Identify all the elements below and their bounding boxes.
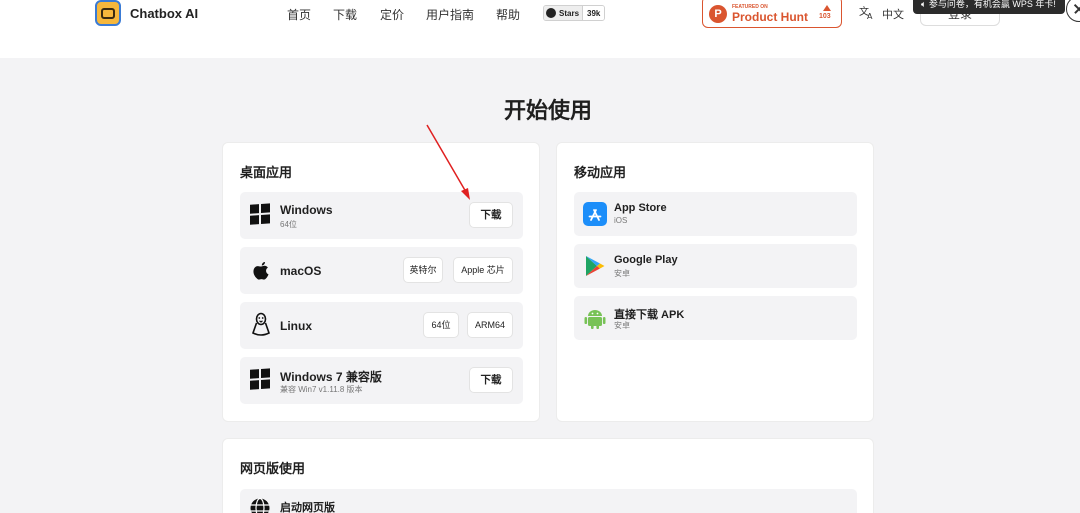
linux-label: Linux xyxy=(280,319,312,333)
survey-toast[interactable]: 🔈︎ 参与问卷，有机会赢 WPS 年卡! xyxy=(913,0,1065,14)
app-store-row[interactable]: App Store iOS xyxy=(574,192,857,236)
linux-arm64-button[interactable]: ARM64 xyxy=(467,312,513,338)
apple-icon xyxy=(250,258,272,280)
nav-download[interactable]: 下载 xyxy=(333,6,357,23)
annotation-arrow-icon xyxy=(426,124,470,200)
svg-text:A: A xyxy=(867,12,873,20)
page-title: 开始使用 xyxy=(503,98,592,123)
google-play-sublabel: 安卓 xyxy=(614,269,630,278)
upvote-arrow-icon xyxy=(823,5,831,11)
launch-web-label: 启动网页版 xyxy=(280,502,335,513)
desktop-apps-card: 桌面应用 Windows 64位 下载 macOS 英特尔 Apple 芯片 L… xyxy=(222,142,540,422)
windows-icon xyxy=(250,203,272,226)
product-hunt-name: Product Hunt xyxy=(732,10,808,24)
windows7-sublabel: 兼容 Win7 v1.11.8 版本 xyxy=(280,385,363,394)
github-stars-badge[interactable]: Stars 39k xyxy=(543,5,606,21)
survey-toast-text: 参与问卷，有机会赢 WPS 年卡! xyxy=(928,0,1056,9)
web-version-card: 网页版使用 启动网页版 xyxy=(222,438,874,513)
product-hunt-badge[interactable]: P FEATURED ON Product Hunt 103 xyxy=(702,0,842,28)
close-icon[interactable] xyxy=(1066,0,1080,22)
speaker-icon: 🔈︎ xyxy=(921,0,929,9)
google-play-label: Google Play xyxy=(614,254,678,266)
macos-intel-button[interactable]: 英特尔 xyxy=(403,257,443,283)
android-icon xyxy=(583,306,607,330)
nav-pricing[interactable]: 定价 xyxy=(380,6,404,23)
windows-download-button[interactable]: 下载 xyxy=(469,202,513,228)
apk-download-sublabel: 安卓 xyxy=(614,321,630,330)
nav-user-guide[interactable]: 用户指南 xyxy=(426,6,474,23)
desktop-apps-title: 桌面应用 xyxy=(240,165,293,180)
github-stars-count: 39k xyxy=(583,6,605,20)
google-play-row[interactable]: Google Play 安卓 xyxy=(574,244,857,288)
web-version-title: 网页版使用 xyxy=(240,461,306,476)
product-hunt-icon: P xyxy=(709,5,727,23)
windows-download-row: Windows 64位 下载 xyxy=(240,192,523,239)
linux-64bit-button[interactable]: 64位 xyxy=(423,312,459,338)
google-play-icon xyxy=(583,254,607,278)
windows7-download-button[interactable]: 下载 xyxy=(469,367,513,393)
windows7-download-row: Windows 7 兼容版 兼容 Win7 v1.11.8 版本 下载 xyxy=(240,357,523,404)
github-icon xyxy=(546,8,556,18)
nav-help[interactable]: 帮助 xyxy=(496,6,520,23)
app-store-sublabel: iOS xyxy=(614,216,628,225)
windows-label: Windows xyxy=(280,203,333,217)
translate-icon[interactable]: 文A xyxy=(859,4,875,23)
windows-icon xyxy=(250,368,272,391)
globe-icon xyxy=(249,497,271,513)
apk-download-row[interactable]: 直接下载 APK 安卓 xyxy=(574,296,857,340)
linux-tux-icon xyxy=(250,312,272,336)
windows7-label: Windows 7 兼容版 xyxy=(280,370,382,384)
launch-web-row[interactable]: 启动网页版 xyxy=(240,489,857,513)
brand-name[interactable]: Chatbox AI xyxy=(130,6,198,21)
chatbox-logo-icon[interactable] xyxy=(95,0,121,26)
github-stars-label: Stars xyxy=(559,8,580,18)
macos-label: macOS xyxy=(280,264,322,278)
windows-sublabel: 64位 xyxy=(280,220,297,229)
mobile-apps-card: 移动应用 App Store iOS Google Play 安卓 直接下载 A… xyxy=(556,142,874,422)
linux-download-row: Linux 64位 ARM64 xyxy=(240,302,523,349)
app-store-label: App Store xyxy=(614,202,667,214)
nav-home[interactable]: 首页 xyxy=(287,6,311,23)
macos-apple-silicon-button[interactable]: Apple 芯片 xyxy=(453,257,513,283)
product-hunt-upvote-count: 103 xyxy=(819,13,831,20)
app-store-icon xyxy=(583,202,607,226)
top-navigation-bar: Chatbox AI 首页 下载 定价 用户指南 帮助 Stars 39k P … xyxy=(0,0,1080,58)
mobile-apps-title: 移动应用 xyxy=(574,165,627,180)
language-selector[interactable]: 中文 xyxy=(882,6,904,22)
macos-download-row: macOS 英特尔 Apple 芯片 xyxy=(240,247,523,294)
